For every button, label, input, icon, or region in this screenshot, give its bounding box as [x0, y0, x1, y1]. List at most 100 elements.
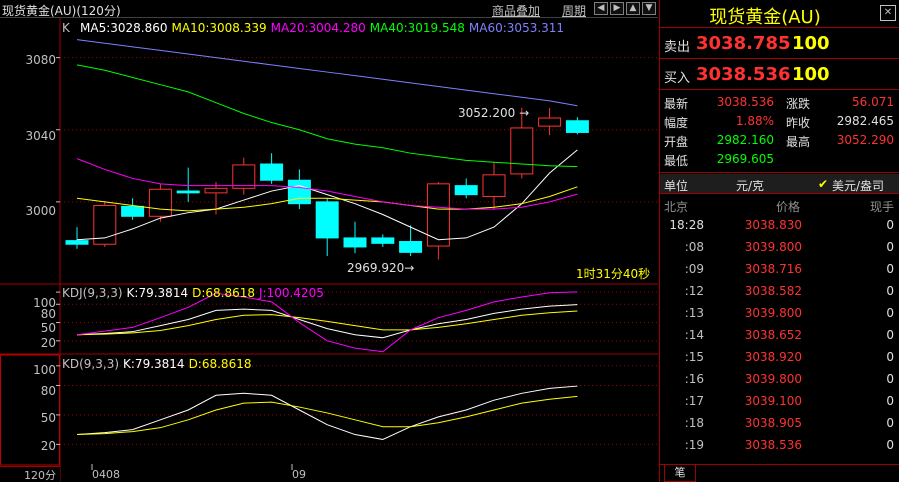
open-label: 开盘 [664, 135, 689, 149]
kd-axis-label: 80 [40, 384, 56, 398]
price-header: 价格 [776, 200, 801, 214]
kd-axis-label: 20 [40, 439, 56, 453]
up-arrow-icon[interactable]: ▲ [626, 2, 640, 15]
low-label: 最低 [664, 154, 689, 168]
prev-close-label: 昨收 [786, 116, 811, 130]
buy-price: 3038.536 [696, 64, 791, 85]
left-arrow-icon[interactable]: ◀ [594, 2, 608, 15]
kdj-axis-label: 20 [40, 336, 56, 350]
tick-price: 3038.652 [744, 328, 802, 342]
kline-chart[interactable]: K MA5:3028.860 MA10:3008.339 MA20:3004.280… [0, 18, 658, 482]
tick-volume: 0 [886, 372, 894, 386]
tick-time: :16 [684, 372, 704, 386]
candle-body [148, 188, 172, 217]
tick-row: :09 3038.716 0 [660, 262, 899, 284]
candle-body [399, 241, 423, 253]
tick-volume: 0 [886, 438, 894, 452]
tick-price: 3039.800 [744, 372, 802, 386]
volume-header: 现手 [869, 200, 894, 214]
candle-body [176, 190, 200, 194]
price-axis-label: 3040 [25, 129, 56, 143]
tick-row: :15 3038.920 0 [660, 350, 899, 372]
tick-price: 3038.716 [744, 262, 802, 276]
kdj-axis-label: 50 [40, 321, 56, 335]
tick-volume: 0 [886, 394, 894, 408]
candle-body [565, 120, 589, 133]
chart-title-bar: 现货黄金(AU)(120分) 商品叠加 周期 ◀ ▶ ▲ ▼ [0, 0, 658, 18]
sell-label: 卖出 [664, 40, 691, 55]
low-annotation: 2969.920→ [347, 261, 415, 275]
sell-price: 3038.785 [696, 33, 791, 54]
price-axis-label: 3000 [25, 204, 56, 218]
tick-volume: 0 [886, 306, 894, 320]
candle-body [204, 187, 228, 194]
tick-price: 3038.830 [744, 218, 802, 232]
low-value: 2969.605 [716, 152, 774, 166]
unit-bar: 单位 元/克 ✔ 美元/盎司 [660, 174, 899, 194]
kdj-legend: KDJ(9,3,3) K:79.3814 D:68.8618 J:100.4205 [62, 286, 328, 300]
candle-body [371, 237, 395, 244]
tick-volume: 0 [886, 284, 894, 298]
tick-row: 18:28 3038.830 0 [660, 218, 899, 240]
kline-chart-svg[interactable] [0, 18, 658, 482]
tick-volume: 0 [886, 218, 894, 232]
tick-time: :17 [684, 394, 704, 408]
tick-volume: 0 [886, 240, 894, 254]
high-label: 最高 [786, 135, 811, 149]
candle-body [315, 201, 339, 239]
tick-time: :14 [684, 328, 704, 342]
latest-label: 最新 [664, 97, 689, 111]
overlay-commodity-link[interactable]: 商品叠加 [492, 2, 540, 19]
candle-body [65, 240, 89, 245]
sell-row[interactable]: 卖出 3038.785 100 [660, 29, 899, 59]
period-selector[interactable]: 120分 [0, 466, 60, 482]
change-value: 56.071 [852, 95, 894, 109]
currency-option[interactable]: 美元/盎司 [832, 177, 884, 194]
price-axis-label: 3080 [25, 53, 56, 67]
kd-title: KD(9,3,3) [62, 357, 120, 371]
kdj-k-value: K:79.3814 [126, 286, 189, 300]
bar-countdown: 1时31分40秒 [576, 267, 651, 281]
close-icon[interactable]: ✕ [880, 5, 896, 21]
unit-value[interactable]: 元/克 [736, 177, 764, 194]
tick-price: 3039.100 [744, 394, 802, 408]
kd-d-value: D:68.8618 [188, 357, 252, 371]
tick-time: 18:28 [669, 218, 704, 232]
high-annotation: 3052.200 → [458, 106, 530, 120]
buy-row[interactable]: 买入 3038.536 100 [660, 60, 899, 90]
kdj-j-value: J:100.4205 [259, 286, 324, 300]
chart-title: 现货黄金(AU)(120分) [2, 4, 121, 18]
right-arrow-icon[interactable]: ▶ [610, 2, 624, 15]
open-value: 2982.160 [716, 133, 774, 147]
candle-body [454, 185, 478, 196]
tick-price: 3038.905 [744, 416, 802, 430]
prev-close-value: 2982.465 [836, 114, 894, 128]
instrument-name: 现货黄金(AU) [709, 7, 821, 28]
kd-axis-label: 100 [33, 363, 56, 377]
tick-time: :15 [684, 350, 704, 364]
tick-volume: 0 [886, 262, 894, 276]
candle-body [538, 117, 562, 127]
candle-body [260, 163, 284, 181]
tab-ticks[interactable]: 笔 [664, 465, 696, 482]
pct-label: 幅度 [664, 116, 689, 130]
ma-legend: K MA5:3028.860 MA10:3008.339 MA20:3004.280… [62, 21, 568, 35]
candle-body [121, 205, 145, 217]
quote-stats: 最新 3038.536 涨跌 56.071 幅度 1.88% 昨收 2982.4… [660, 93, 899, 173]
tick-time: :08 [684, 240, 704, 254]
down-arrow-icon[interactable]: ▼ [642, 2, 656, 15]
ma20-label: MA20:3004.280 [270, 21, 366, 35]
tick-row: :17 3039.100 0 [660, 394, 899, 416]
sell-volume: 100 [792, 33, 830, 54]
tick-volume: 0 [886, 350, 894, 364]
ma10-label: MA10:3008.339 [171, 21, 267, 35]
cycle-link[interactable]: 周期 [562, 2, 586, 19]
kdj-d-value: D:68.8618 [192, 286, 255, 300]
kd-axis-label: 50 [40, 411, 56, 425]
high-value: 3052.290 [836, 133, 894, 147]
quote-panel: 现货黄金(AU) ✕ 卖出 3038.785 100 买入 3038.536 1… [659, 0, 899, 482]
tick-row: :13 3039.800 0 [660, 306, 899, 328]
tick-time: :19 [684, 438, 704, 452]
tick-price: 3039.800 [744, 240, 802, 254]
tick-time: :13 [684, 306, 704, 320]
